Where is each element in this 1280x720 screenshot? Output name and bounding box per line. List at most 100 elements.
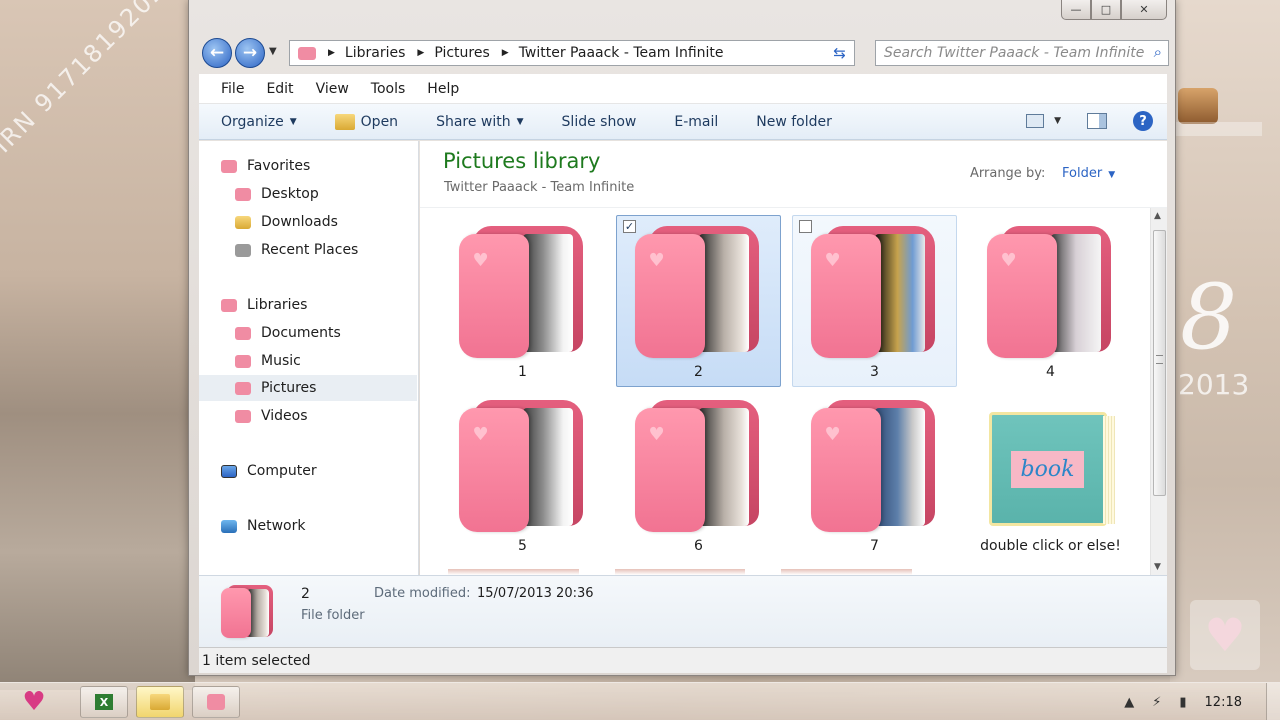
preview-pane-icon[interactable] [1087, 113, 1107, 129]
folder-item-label: 1 [518, 364, 527, 380]
scroll-down-icon[interactable]: ▼ [1154, 562, 1161, 572]
pictures-icon [235, 381, 251, 395]
nav-music[interactable]: Music [235, 348, 301, 374]
folder-item-label: 7 [870, 538, 879, 554]
taskbar-pink-app-button[interactable] [192, 686, 240, 718]
status-bar: 1 item selected [199, 647, 1167, 673]
details-item-name: 2 [301, 586, 310, 602]
pink-folder-icon: ♥ [634, 224, 763, 360]
book-cover-text: book [1010, 450, 1085, 488]
recent-places-icon [235, 243, 251, 257]
caret-down-icon: ▼ [1108, 170, 1116, 180]
folder-item-5[interactable]: ♥ 5 [440, 389, 605, 561]
folder-item-1[interactable]: ♥ 1 [440, 215, 605, 387]
recent-pages-dropdown[interactable]: ▼ [269, 46, 277, 57]
open-button[interactable]: Open [334, 113, 398, 130]
search-icon[interactable]: ⌕ [1154, 43, 1162, 61]
pink-folder-icon: ♥ [458, 224, 587, 360]
breadcrumb-libraries[interactable]: Libraries [345, 45, 405, 61]
folder-item-3[interactable]: ♥ 3 [792, 215, 957, 387]
address-bar[interactable]: ▶ Libraries ▶ Pictures ▶ Twitter Paaack … [289, 40, 851, 66]
library-subtitle: Twitter Paaack - Team Infinite [444, 180, 635, 195]
nav-pictures[interactable]: Pictures [199, 375, 417, 401]
system-tray: ▲ ⚡ ▮ 12:18 [1124, 683, 1280, 720]
folder-item-4[interactable]: ♥ 4 [968, 215, 1133, 387]
nav-downloads[interactable]: Downloads [235, 209, 338, 235]
nav-favorites-label: Favorites [247, 158, 311, 174]
power-icon[interactable]: ⚡ [1152, 695, 1161, 710]
help-icon[interactable]: ? [1133, 111, 1153, 131]
folder-item-7[interactable]: ♥ 7 [792, 389, 957, 561]
nav-network[interactable]: Network [221, 513, 305, 539]
excel-icon: X [95, 694, 113, 710]
folder-item-6[interactable]: ♥ 6 [616, 389, 781, 561]
nav-videos[interactable]: Videos [235, 403, 308, 429]
menu-file[interactable]: File [221, 81, 244, 97]
menu-edit[interactable]: Edit [266, 81, 293, 97]
menu-view[interactable]: View [316, 81, 349, 97]
signal-icon[interactable]: ▮ [1179, 695, 1186, 710]
selected-folder-thumbnail [221, 583, 273, 639]
scroll-up-icon[interactable]: ▲ [1154, 211, 1161, 221]
menu-tools[interactable]: Tools [371, 81, 406, 97]
organize-button[interactable]: Organize ▼ [221, 114, 297, 130]
folder-item-label: 5 [518, 538, 527, 554]
chevron-right-icon[interactable]: ▶ [328, 48, 335, 58]
show-desktop-button[interactable] [1266, 683, 1280, 720]
explorer-icon [150, 694, 170, 710]
search-placeholder: Search Twitter Paaack - Team Infinite [884, 45, 1145, 61]
email-button[interactable]: E-mail [674, 114, 718, 130]
arrange-by-label: Arrange by: [970, 166, 1046, 181]
scrollbar-thumb[interactable] [1153, 230, 1166, 496]
slide-show-button[interactable]: Slide show [562, 114, 637, 130]
folder-item-label: 4 [1046, 364, 1055, 380]
nav-recent-places-label: Recent Places [261, 242, 359, 258]
nav-videos-label: Videos [261, 408, 308, 424]
tray-expand-icon[interactable]: ▲ [1124, 695, 1134, 710]
nav-documents[interactable]: Documents [235, 320, 341, 346]
breadcrumb-current-folder[interactable]: Twitter Paaack - Team Infinite [519, 45, 724, 61]
new-folder-button[interactable]: New folder [756, 114, 832, 130]
clock[interactable]: 12:18 [1205, 695, 1242, 710]
minimize-button[interactable]: — [1061, 0, 1091, 20]
start-button-heart-icon[interactable]: ♥ [14, 686, 54, 718]
pink-app-icon [207, 694, 225, 710]
close-button[interactable]: ✕ [1121, 0, 1167, 20]
book-item[interactable]: book double click or else! [968, 389, 1133, 561]
menu-help[interactable]: Help [427, 81, 459, 97]
header-divider [420, 207, 1167, 208]
pink-folder-icon: ♥ [458, 398, 587, 534]
vertical-scrollbar[interactable]: ▲ ▼ [1150, 208, 1167, 575]
chevron-right-icon[interactable]: ▶ [502, 48, 509, 58]
taskbar-explorer-button[interactable] [136, 686, 184, 718]
search-input[interactable]: Search Twitter Paaack - Team Infinite ⌕ [875, 40, 1169, 66]
nav-favorites[interactable]: Favorites [221, 153, 310, 179]
address-row: ← → ▼ ▶ Libraries ▶ Pictures ▶ Twitter P… [199, 36, 1169, 70]
caret-down-icon: ▼ [516, 116, 524, 127]
arrange-by-dropdown[interactable]: Folder ▼ [1062, 166, 1115, 181]
nav-computer[interactable]: Computer [221, 458, 317, 484]
navigation-pane: Favorites Desktop Downloads Recent Place… [199, 141, 419, 575]
chevron-right-icon[interactable]: ▶ [417, 48, 424, 58]
nav-computer-label: Computer [247, 463, 317, 479]
change-view-icon[interactable] [1026, 114, 1045, 128]
nav-desktop[interactable]: Desktop [235, 181, 319, 207]
pink-folder-icon: ♥ [810, 224, 939, 360]
caption-buttons: — □ ✕ [1061, 0, 1167, 20]
nav-pictures-label: Pictures [261, 380, 317, 396]
share-with-button[interactable]: Share with ▼ [436, 114, 523, 130]
maximize-button[interactable]: □ [1091, 0, 1121, 20]
computer-icon [221, 464, 237, 478]
view-options-dropdown[interactable]: ▼ [1054, 116, 1061, 126]
refresh-button[interactable]: ⇆ [825, 40, 855, 66]
favorites-icon [221, 159, 237, 173]
nav-libraries[interactable]: Libraries [221, 292, 307, 318]
heart-card-icon: ♥ [1190, 600, 1260, 670]
nav-recent-places[interactable]: Recent Places [235, 237, 358, 263]
details-date-value: 15/07/2013 20:36 [477, 586, 594, 601]
taskbar-excel-button[interactable]: X [80, 686, 128, 718]
back-button[interactable]: ← [202, 38, 232, 68]
forward-button[interactable]: → [235, 38, 265, 68]
breadcrumb-pictures[interactable]: Pictures [434, 45, 489, 61]
folder-item-2[interactable]: ✓ ♥ 2 [616, 215, 781, 387]
